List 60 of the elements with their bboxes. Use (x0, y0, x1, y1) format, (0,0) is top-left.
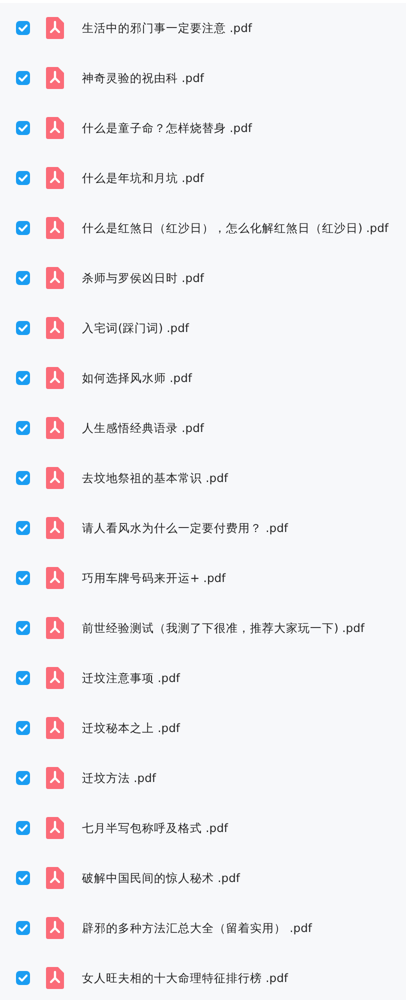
checkbox[interactable] (16, 721, 30, 735)
file-name: 迁坟秘本之上 .pdf (82, 720, 180, 736)
file-name: 辟邪的多种方法汇总大全（留着实用） .pdf (82, 920, 312, 936)
checkbox[interactable] (16, 471, 30, 485)
pdf-file-icon (46, 517, 64, 539)
checkbox[interactable] (16, 771, 30, 785)
pdf-file-icon (46, 467, 64, 489)
file-name: 什么是童子命？怎样烧替身 .pdf (82, 120, 252, 136)
checkbox[interactable] (16, 821, 30, 835)
pdf-file-icon (46, 417, 64, 439)
file-name: 女人旺夫相的十大命理特征排行榜 .pdf (82, 970, 288, 986)
checkbox[interactable] (16, 21, 30, 35)
file-name: 去坟地祭祖的基本常识 .pdf (82, 470, 228, 486)
file-name: 巧用车牌号码来开运+ .pdf (82, 570, 226, 586)
checkbox[interactable] (16, 121, 30, 135)
file-name: 生活中的邪门事一定要注意 .pdf (82, 20, 252, 36)
pdf-file-icon (46, 117, 64, 139)
pdf-file-icon (46, 67, 64, 89)
pdf-file-icon (46, 967, 64, 989)
checkbox[interactable] (16, 371, 30, 385)
pdf-file-icon (46, 667, 64, 689)
pdf-file-icon (46, 567, 64, 589)
checkbox[interactable] (16, 971, 30, 985)
pdf-file-icon (46, 617, 64, 639)
pdf-file-icon (46, 167, 64, 189)
file-name: 如何选择风水师 .pdf (82, 370, 192, 386)
pdf-file-icon (46, 867, 64, 889)
checkbox[interactable] (16, 321, 30, 335)
file-name: 人生感悟经典语录 .pdf (82, 420, 204, 436)
pdf-file-icon (46, 817, 64, 839)
checkbox[interactable] (16, 521, 30, 535)
pdf-file-icon (46, 917, 64, 939)
checkbox[interactable] (16, 271, 30, 285)
file-name: 杀师与罗侯凶日时 .pdf (82, 270, 204, 286)
file-name: 七月半写包称呼及格式 .pdf (82, 820, 228, 836)
checkbox[interactable] (16, 871, 30, 885)
pdf-file-icon (46, 317, 64, 339)
checkbox[interactable] (16, 171, 30, 185)
pdf-file-icon (46, 717, 64, 739)
pdf-file-icon (46, 767, 64, 789)
checkbox[interactable] (16, 921, 30, 935)
file-name: 迁坟注意事项 .pdf (82, 670, 180, 686)
pdf-file-icon (46, 217, 64, 239)
file-name: 前世经验测试（我测了下很准，推荐大家玩一下) .pdf (82, 620, 364, 636)
checkbox[interactable] (16, 421, 30, 435)
file-name: 迁坟方法 .pdf (82, 770, 156, 786)
pdf-file-icon (46, 17, 64, 39)
checkbox[interactable] (16, 221, 30, 235)
file-name: 什么是红煞日（红沙日），怎么化解红煞日（红沙日) .pdf (82, 220, 388, 236)
file-name: 什么是年坑和月坑 .pdf (82, 170, 204, 186)
pdf-file-icon (46, 267, 64, 289)
checkbox[interactable] (16, 671, 30, 685)
pdf-file-icon (46, 367, 64, 389)
file-name: 神奇灵验的祝由科 .pdf (82, 70, 204, 86)
file-name: 破解中国民间的惊人秘术 .pdf (82, 870, 240, 886)
file-name: 请人看风水为什么一定要付费用？ .pdf (82, 520, 288, 536)
checkbox[interactable] (16, 71, 30, 85)
checkbox[interactable] (16, 621, 30, 635)
file-name: 入宅词(踩门词) .pdf (82, 320, 189, 336)
checkbox[interactable] (16, 571, 30, 585)
